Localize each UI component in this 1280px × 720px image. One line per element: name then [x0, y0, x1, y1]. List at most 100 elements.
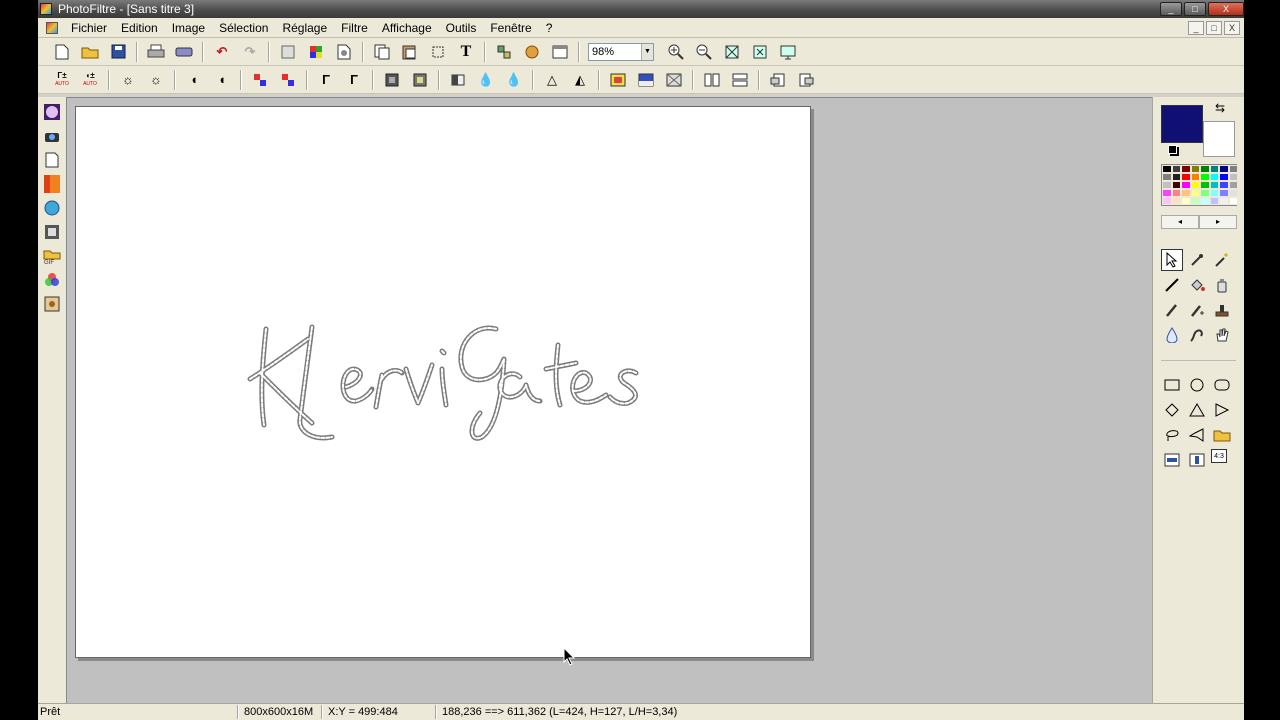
contrast-auto-icon[interactable]: ◖± AUTO [80, 70, 100, 90]
palette-color-6[interactable] [1219, 165, 1229, 173]
gradient-icon[interactable] [608, 70, 628, 90]
line-icon[interactable] [1161, 274, 1183, 296]
palette-color-10[interactable] [1181, 173, 1191, 181]
flip-h-icon[interactable] [702, 70, 722, 90]
drop-more-icon[interactable]: 💧 [504, 70, 524, 90]
palette-color-34[interactable] [1181, 197, 1191, 205]
palette-color-18[interactable] [1181, 181, 1191, 189]
zoom-out-icon[interactable] [694, 42, 714, 62]
frame-icon[interactable] [43, 223, 61, 241]
mask-icon[interactable] [278, 42, 298, 62]
chevron-down-icon[interactable]: ▼ [641, 43, 653, 60]
palette-next-button[interactable]: ▸ [1199, 215, 1237, 229]
color-wheel-icon[interactable] [43, 271, 61, 289]
window-icon[interactable] [550, 42, 570, 62]
triangle-icon[interactable] [1186, 399, 1208, 421]
palette-color-36[interactable] [1200, 197, 1210, 205]
actual-size-icon[interactable] [750, 42, 770, 62]
fullscreen-icon[interactable] [778, 42, 798, 62]
palette-color-9[interactable] [1171, 173, 1181, 181]
gamma-down-icon[interactable]: Γ [316, 70, 336, 90]
maximize-button[interactable]: □ [1184, 2, 1206, 16]
new-icon[interactable] [52, 42, 72, 62]
arrow-icon[interactable] [1211, 399, 1233, 421]
palette-color-30[interactable] [1219, 189, 1229, 197]
palette-color-1[interactable] [1171, 165, 1181, 173]
palette-color-33[interactable] [1171, 197, 1181, 205]
palette-color-7[interactable] [1228, 165, 1238, 173]
color-grid-icon[interactable] [306, 42, 326, 62]
menu-fenetre[interactable]: Fenêtre [483, 18, 538, 38]
copy-icon[interactable] [372, 42, 392, 62]
smudge-icon[interactable] [1186, 324, 1208, 346]
rounded-rect-icon[interactable] [1211, 374, 1233, 396]
foreground-color-swatch[interactable] [1161, 105, 1203, 143]
menu-edition[interactable]: Edition [114, 18, 165, 38]
grayscale-icon[interactable] [448, 70, 468, 90]
palette-color-21[interactable] [1209, 181, 1219, 189]
crop-icon[interactable] [428, 42, 448, 62]
palette-color-38[interactable] [1219, 197, 1229, 205]
palette-color-15[interactable] [1228, 173, 1238, 181]
zoom-in-icon[interactable] [666, 42, 686, 62]
plugin-icon[interactable] [494, 42, 514, 62]
automation-panel-icon[interactable] [43, 295, 61, 313]
zoom-select[interactable]: 98% ▼ [588, 42, 654, 61]
undo-icon[interactable]: ↶ [212, 42, 232, 62]
brightness-down-icon[interactable]: ☼ [118, 70, 138, 90]
blur-drop-icon[interactable] [1161, 324, 1183, 346]
paste-icon[interactable] [400, 42, 420, 62]
palette-color-35[interactable] [1190, 197, 1200, 205]
texture-icon[interactable] [664, 70, 684, 90]
advanced-brush-icon[interactable] [1186, 299, 1208, 321]
fit-icon[interactable] [722, 42, 742, 62]
text-icon[interactable]: T [456, 42, 476, 62]
print-icon[interactable] [146, 42, 166, 62]
menu-help[interactable]: ? [539, 18, 560, 38]
document-icon[interactable] [46, 21, 58, 34]
selection-icon[interactable] [1161, 249, 1183, 271]
triangle-icon[interactable]: △ [542, 70, 562, 90]
palette-color-8[interactable] [1162, 173, 1172, 181]
flip-v-icon[interactable] [730, 70, 750, 90]
sharpen-icon[interactable] [410, 70, 430, 90]
align-v-icon[interactable] [1186, 449, 1208, 471]
menu-selection[interactable]: Sélection [212, 18, 275, 38]
spray-icon[interactable] [1211, 274, 1233, 296]
palette-color-31[interactable] [1228, 189, 1238, 197]
ratio-icon[interactable]: 4:3 [1211, 449, 1227, 463]
fill-icon[interactable] [1186, 274, 1208, 296]
open-selection-icon[interactable] [1211, 424, 1233, 446]
scan-icon[interactable] [174, 42, 194, 62]
menu-reglage[interactable]: Réglage [275, 18, 334, 38]
doc-restore-button[interactable]: □ [1206, 20, 1222, 35]
gamma-up-icon[interactable]: Γ [344, 70, 364, 90]
menu-outils[interactable]: Outils [439, 18, 484, 38]
palette-color-12[interactable] [1200, 173, 1210, 181]
palette-color-0[interactable] [1162, 165, 1172, 173]
gif-folder-icon[interactable]: GIF [43, 247, 61, 265]
palette-color-39[interactable] [1228, 197, 1238, 205]
menu-fichier[interactable]: Fichier [64, 18, 114, 38]
background-color-swatch[interactable] [1203, 121, 1235, 157]
lasso-icon[interactable] [1161, 424, 1183, 446]
automation-icon[interactable] [522, 42, 542, 62]
gradient-bar-icon[interactable] [43, 175, 61, 193]
palette-color-5[interactable] [1209, 165, 1219, 173]
rotate-right-icon[interactable] [796, 70, 816, 90]
align-h-icon[interactable] [1161, 449, 1183, 471]
brush-icon[interactable] [1161, 299, 1183, 321]
page-icon[interactable] [43, 151, 61, 169]
diamond-icon[interactable] [1161, 399, 1183, 421]
color-palette[interactable] [1161, 164, 1238, 206]
menu-filtre[interactable]: Filtre [334, 18, 375, 38]
open-icon[interactable] [80, 42, 100, 62]
saturation-up-icon[interactable] [278, 70, 298, 90]
palette-color-26[interactable] [1181, 189, 1191, 197]
triangle-more-icon[interactable]: ◭ [570, 70, 590, 90]
menu-image[interactable]: Image [165, 18, 212, 38]
reset-colors-icon[interactable] [1168, 145, 1177, 154]
palette-color-19[interactable] [1190, 181, 1200, 189]
palette-color-3[interactable] [1190, 165, 1200, 173]
eyedropper-icon[interactable] [1186, 249, 1208, 271]
